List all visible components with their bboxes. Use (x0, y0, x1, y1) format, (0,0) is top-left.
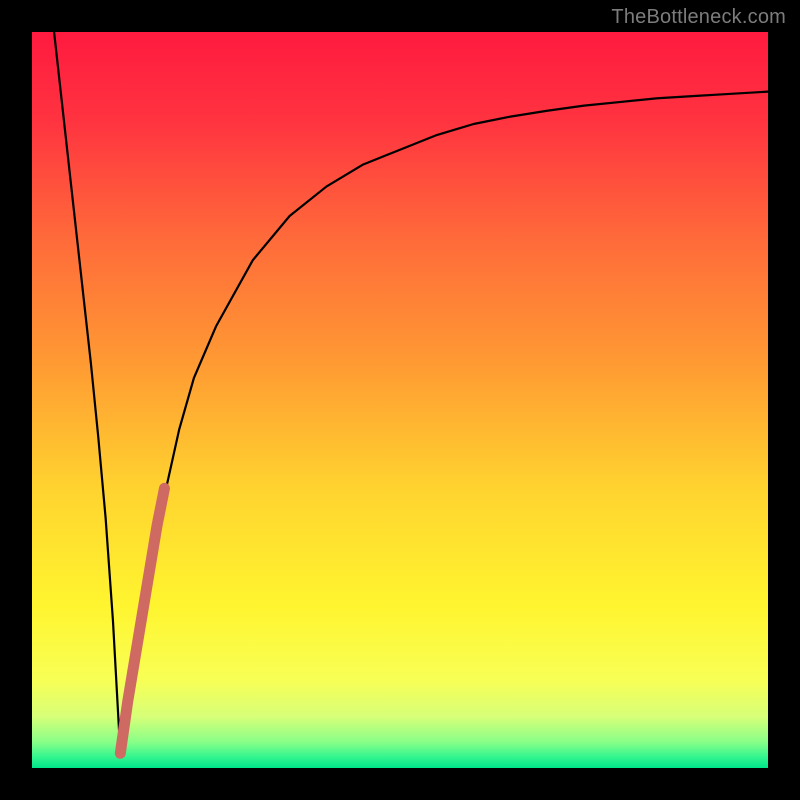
curves-layer (32, 32, 768, 768)
curve-right-branch (120, 92, 768, 754)
plot-area (32, 32, 768, 768)
curve-left-branch (54, 32, 120, 753)
outer-frame: TheBottleneck.com (0, 0, 800, 800)
watermark-text: TheBottleneck.com (611, 6, 786, 29)
curve-highlight-segment (120, 488, 164, 753)
